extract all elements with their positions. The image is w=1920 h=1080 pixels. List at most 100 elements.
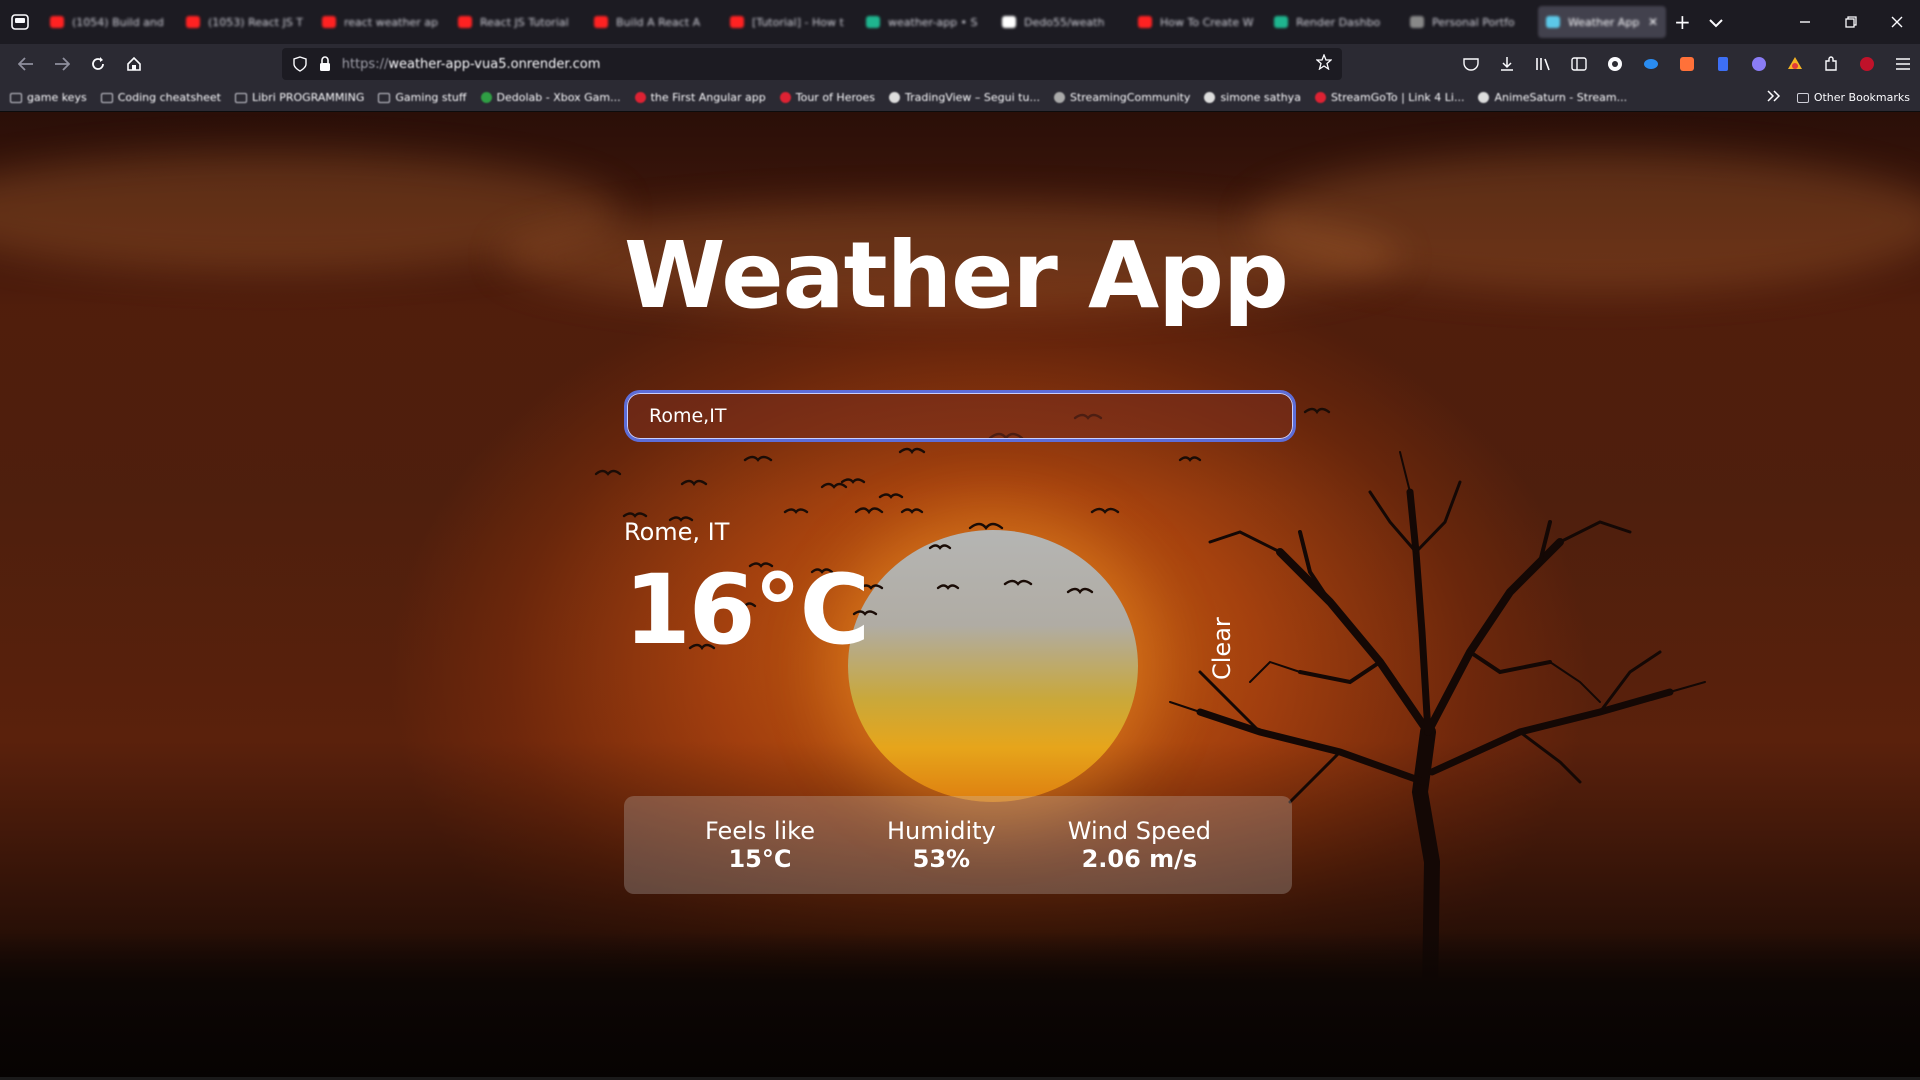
- sidebar-icon: [1571, 57, 1587, 71]
- feels-like-label: Feels like: [705, 817, 815, 845]
- reload-button[interactable]: [80, 48, 116, 80]
- bookmark-item[interactable]: StreamingCommunity: [1053, 91, 1190, 104]
- bookmark-label: Dedolab - Xbox Gam...: [496, 91, 621, 104]
- wind-speed-label: Wind Speed: [1067, 817, 1211, 845]
- tab-label: [Tutorial] - How t: [752, 15, 844, 29]
- extension-4-button[interactable]: [1714, 55, 1732, 73]
- reload-icon: [91, 57, 104, 70]
- site-icon: [634, 92, 646, 103]
- download-icon: [1501, 57, 1513, 71]
- bookmark-label: StreamGoTo | Link 4 Li...: [1330, 91, 1465, 104]
- tab-label: How To Create W: [1160, 15, 1254, 29]
- bookmark-label: the First Angular app: [650, 91, 766, 104]
- folder-icon: [378, 92, 391, 103]
- browser-tab[interactable]: (1054) Build and: [42, 6, 176, 38]
- extension-1-button[interactable]: [1606, 55, 1624, 73]
- tab-label: Weather App: [1568, 15, 1640, 29]
- red-extension-icon: [1860, 57, 1874, 71]
- other-bookmarks-folder[interactable]: Other Bookmarks: [1796, 91, 1910, 104]
- app-menu-button[interactable]: [1894, 55, 1912, 73]
- hamburger-menu-icon: [1896, 58, 1910, 70]
- library-button[interactable]: [1534, 55, 1552, 73]
- pocket-button[interactable]: [1462, 55, 1480, 73]
- browser-tab[interactable]: React JS Tutorial: [450, 6, 584, 38]
- bookmark-item[interactable]: Gaming stuff: [378, 91, 467, 104]
- extension-7-button[interactable]: [1858, 55, 1876, 73]
- bookmark-item[interactable]: StreamGoTo | Link 4 Li...: [1314, 91, 1465, 104]
- bookmark-item[interactable]: AnimeSaturn - Stream...: [1478, 91, 1627, 104]
- home-icon: [126, 56, 141, 71]
- humidity-detail: Humidity 53%: [887, 817, 996, 873]
- address-bar[interactable]: https://weather-app-vua5.onrender.com: [281, 48, 1342, 80]
- firefox-view-button[interactable]: [6, 8, 34, 36]
- downloads-button[interactable]: [1498, 55, 1516, 73]
- browser-tab[interactable]: Personal Portfo: [1402, 6, 1536, 38]
- browser-tab[interactable]: Dedo55/weath: [994, 6, 1128, 38]
- blue-extension-icon: [1644, 59, 1658, 69]
- globe-icon: [1410, 16, 1424, 28]
- location-search-input[interactable]: [649, 405, 1249, 427]
- bookmark-item[interactable]: Coding cheatsheet: [100, 91, 221, 104]
- wind-speed-detail: Wind Speed 2.06 m/s: [1068, 817, 1211, 873]
- search-box[interactable]: [624, 390, 1296, 442]
- library-icon: [1536, 58, 1550, 71]
- extension-5-button[interactable]: [1750, 55, 1768, 73]
- browser-tab[interactable]: [Tutorial] - How t: [722, 6, 856, 38]
- site-icon: [779, 92, 791, 103]
- lock-icon: [319, 56, 330, 71]
- bookmark-label: TradingView – Segui tu...: [904, 91, 1040, 104]
- bookmark-item[interactable]: simone sathya: [1204, 91, 1301, 104]
- tab-label: Render Dashbo: [1296, 15, 1381, 29]
- extension-6-button[interactable]: [1786, 55, 1804, 73]
- tab-label: (1053) React JS T: [208, 15, 304, 29]
- folder-icon: [235, 92, 247, 103]
- code-icon: [1274, 16, 1288, 28]
- browser-tab[interactable]: Render Dashbo: [1266, 6, 1400, 38]
- close-window-button[interactable]: [1874, 0, 1920, 44]
- pocket-icon: [1463, 58, 1479, 71]
- site-icon: [888, 92, 900, 103]
- site-icon: [480, 92, 492, 103]
- browser-tab[interactable]: weather-app • S: [858, 6, 992, 38]
- chevron-down-icon: [1709, 18, 1723, 27]
- bookmark-item[interactable]: Dedolab - Xbox Gam...: [480, 91, 621, 104]
- bookmark-label: AnimeSaturn - Stream...: [1494, 91, 1628, 104]
- youtube-icon: [458, 16, 472, 28]
- sidebar-button[interactable]: [1570, 55, 1588, 73]
- feels-like-detail: Feels like 15°C: [705, 817, 815, 873]
- tab-label: React JS Tutorial: [480, 15, 569, 29]
- extension-3-button[interactable]: [1678, 55, 1696, 73]
- bookmark-item[interactable]: Libri PROGRAMMING: [235, 91, 364, 104]
- youtube-icon: [186, 16, 200, 28]
- extensions-menu-button[interactable]: [1822, 55, 1840, 73]
- page-title: Weather App: [624, 222, 1289, 329]
- back-button[interactable]: [8, 48, 44, 80]
- folder-icon: [1796, 92, 1809, 103]
- site-icon: [1314, 92, 1326, 103]
- browser-tab[interactable]: Weather App ✕: [1538, 6, 1666, 38]
- home-button[interactable]: [116, 48, 152, 80]
- new-tab-button[interactable]: +: [1674, 10, 1691, 34]
- humidity-value: 53%: [912, 845, 971, 873]
- close-icon: [1891, 16, 1903, 28]
- browser-tab[interactable]: react weather ap: [314, 6, 448, 38]
- browser-tab[interactable]: (1053) React JS T: [178, 6, 312, 38]
- bookmark-item[interactable]: the First Angular app: [634, 91, 766, 104]
- browser-tab[interactable]: Build A React A: [586, 6, 720, 38]
- bookmark-item[interactable]: game keys: [10, 91, 87, 104]
- browser-tab[interactable]: How To Create W: [1130, 6, 1264, 38]
- forward-button[interactable]: [44, 48, 80, 80]
- close-tab-icon[interactable]: ✕: [1648, 15, 1658, 29]
- list-all-tabs-button[interactable]: [1709, 13, 1723, 32]
- minimize-button[interactable]: [1782, 0, 1828, 44]
- youtube-icon: [1138, 16, 1152, 28]
- bookmark-item[interactable]: Tour of Heroes: [779, 91, 875, 104]
- bookmark-item[interactable]: TradingView – Segui tu...: [888, 91, 1040, 104]
- bookmarks-toolbar: game keys Coding cheatsheet Libri PROGRAMM…: [0, 84, 1920, 112]
- more-bookmarks-button[interactable]: [1767, 90, 1781, 105]
- bookmark-star-button[interactable]: [1315, 53, 1333, 74]
- restore-button[interactable]: [1828, 0, 1874, 44]
- bookmark-label: game keys: [27, 91, 87, 104]
- star-icon: [1315, 53, 1333, 71]
- extension-2-button[interactable]: [1642, 55, 1660, 73]
